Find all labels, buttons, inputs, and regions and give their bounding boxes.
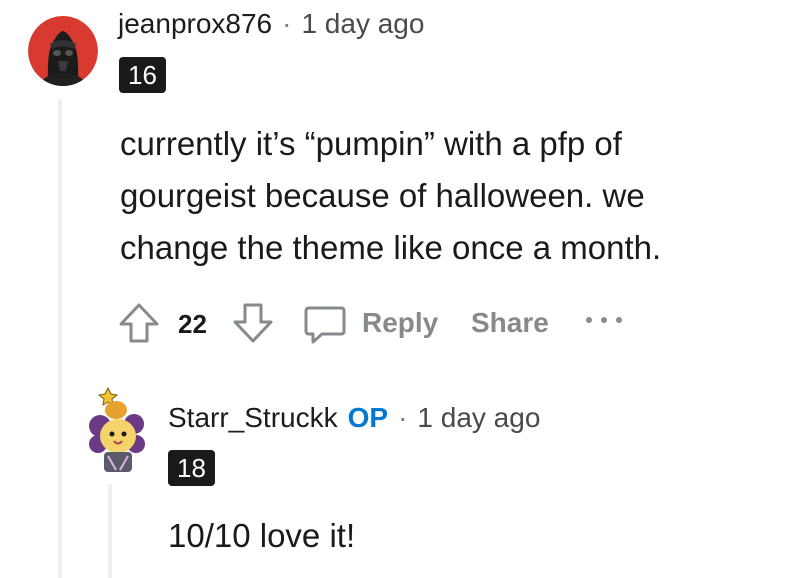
- more-options-button[interactable]: [583, 310, 625, 330]
- user-flair: 18: [168, 450, 215, 486]
- separator-dot: ·: [398, 402, 408, 433]
- cartoon-character-avatar-icon: [89, 386, 145, 472]
- downvote-arrow-icon: [233, 303, 273, 343]
- reply-label: Reply: [362, 307, 439, 338]
- reply-button[interactable]: Reply: [302, 300, 438, 346]
- username[interactable]: jeanprox876: [118, 8, 272, 40]
- comment-body-line: change the theme like once a month.: [120, 229, 662, 266]
- downvote-button[interactable]: [230, 300, 276, 346]
- vote-count: 22: [178, 309, 207, 339]
- user-avatar-starr-struckk[interactable]: [78, 384, 150, 476]
- separator-dot: ·: [282, 8, 292, 39]
- ellipsis-icon: [586, 317, 622, 323]
- upvote-button[interactable]: [116, 300, 162, 346]
- comment-body-line: 10/10 love it!: [168, 517, 356, 554]
- op-badge: OP: [347, 402, 389, 433]
- username[interactable]: Starr_Struckk: [168, 402, 338, 434]
- timestamp[interactable]: 1 day ago: [417, 402, 540, 434]
- thread-line-2[interactable]: [108, 484, 112, 578]
- timestamp[interactable]: 1 day ago: [301, 8, 424, 40]
- user-avatar-jeanprox876[interactable]: [28, 16, 98, 86]
- darth-vader-avatar-icon: [28, 16, 98, 86]
- user-flair: 16: [119, 57, 166, 93]
- share-button[interactable]: Share: [471, 307, 549, 339]
- comment-header: Starr_Struckk OP · 1 day ago: [168, 402, 540, 434]
- comment-body-line: currently it’s “pumpin” with a pfp of: [120, 125, 622, 162]
- comment-header: jeanprox876 · 1 day ago: [118, 8, 424, 40]
- thread-line-1[interactable]: [58, 100, 62, 578]
- upvote-arrow-icon: [119, 303, 159, 343]
- comment-bubble-icon: [304, 306, 346, 344]
- comment-body-line: gourgeist because of halloween. we: [120, 177, 645, 214]
